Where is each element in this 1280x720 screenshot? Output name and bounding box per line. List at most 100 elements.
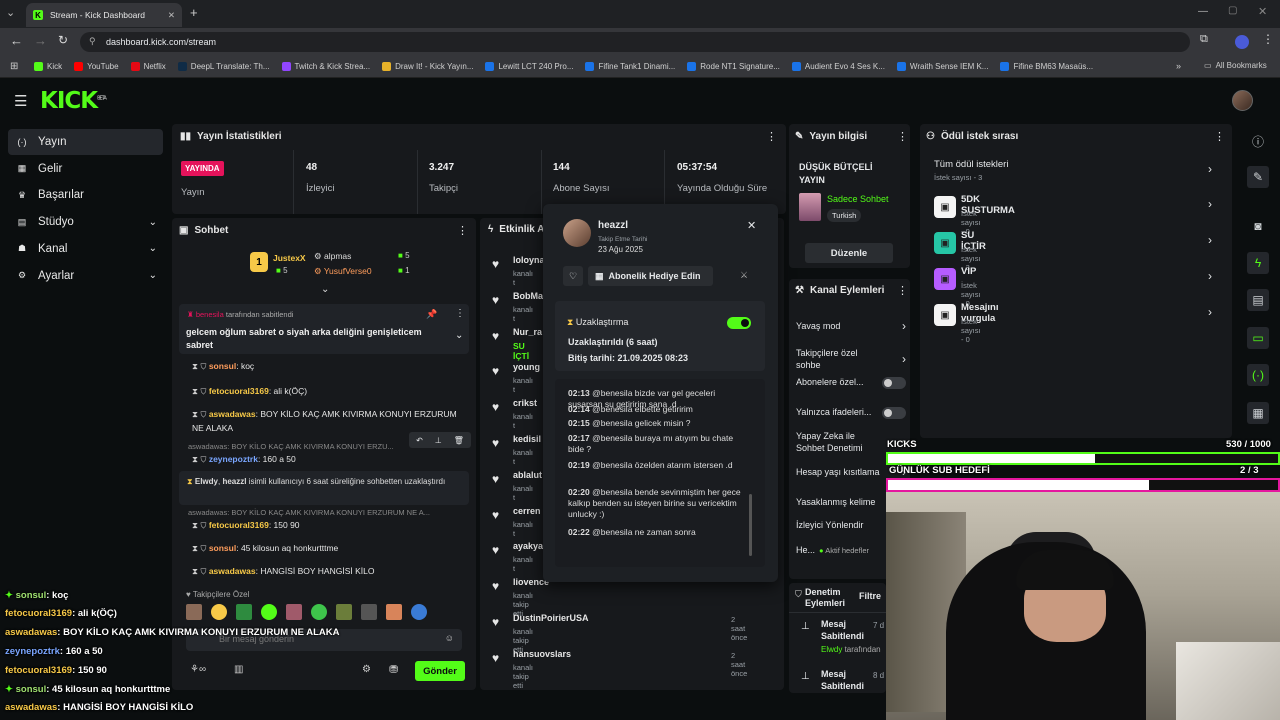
chevron-down-icon[interactable]: ⌄ bbox=[149, 217, 157, 228]
emote-icon[interactable] bbox=[386, 604, 402, 620]
chat-emoji-picker-icon[interactable]: ⛃ bbox=[389, 663, 398, 676]
toggle-switch[interactable] bbox=[882, 377, 906, 389]
emoji-icon[interactable]: ☺ bbox=[445, 633, 454, 643]
top-user-1[interactable]: JustexX bbox=[273, 253, 306, 263]
channel-action-item[interactable]: Abonelere özel... bbox=[796, 377, 906, 389]
emote-icon[interactable] bbox=[186, 604, 202, 620]
follower-name[interactable]: cerren bbox=[513, 506, 541, 516]
top-user-3[interactable]: ⚙ YusufVerse0 bbox=[314, 266, 372, 277]
timeout-icon[interactable]: ⧗ ⛉ bbox=[192, 454, 209, 464]
chevron-down-icon[interactable]: ⌄ bbox=[149, 270, 157, 281]
timeout-toggle[interactable] bbox=[727, 317, 751, 329]
follow-heart-icon[interactable]: ♡ bbox=[563, 266, 583, 286]
mod-log-filter[interactable]: Filtre bbox=[859, 591, 881, 601]
info-icon[interactable]: ⓘ bbox=[1247, 130, 1269, 152]
sidebar-item-stüdyo[interactable]: ▤ Stüdyo ⌄ bbox=[8, 209, 163, 235]
pin-icon[interactable]: 📌 bbox=[426, 309, 437, 320]
follower-name[interactable]: ablalut bbox=[513, 470, 542, 480]
sidebar-item-ayarlar[interactable]: ⚙ Ayarlar ⌄ bbox=[8, 263, 163, 289]
bookmark-item[interactable]: Kick bbox=[34, 62, 62, 71]
follower-name[interactable]: Nur_ra bbox=[513, 327, 542, 337]
chevron-right-icon[interactable]: › bbox=[1208, 305, 1212, 319]
reward-name[interactable]: VIP bbox=[961, 266, 976, 277]
bookmark-item[interactable]: YouTube bbox=[74, 62, 119, 71]
follower-name[interactable]: young bbox=[513, 362, 540, 372]
site-info-icon[interactable]: ⚲ bbox=[89, 36, 96, 47]
emote-icon[interactable] bbox=[211, 604, 227, 620]
timeout-icon[interactable]: ⧗ ⛉ bbox=[192, 361, 209, 371]
chevron-right-icon[interactable]: › bbox=[1208, 162, 1212, 176]
window-close-icon[interactable]: ✕ bbox=[1258, 5, 1267, 18]
chevron-right-icon[interactable]: › bbox=[1208, 197, 1212, 211]
chat-menu-icon[interactable]: ⋮ bbox=[457, 224, 468, 237]
chat-username[interactable]: sonsul bbox=[209, 361, 236, 371]
sidebar-item-yayın[interactable]: (·) Yayın bbox=[8, 129, 163, 155]
chevron-right-icon[interactable]: › bbox=[1208, 233, 1212, 247]
edit-button[interactable]: Düzenle bbox=[805, 243, 893, 263]
apps-grid-icon[interactable]: ⊞ bbox=[10, 61, 18, 72]
follower-name[interactable]: BobMa bbox=[513, 291, 543, 301]
follower-name[interactable]: crikst bbox=[513, 398, 537, 408]
browser-tab[interactable]: K Stream - Kick Dashboard ✕ bbox=[26, 3, 182, 27]
sidebar-item-kanal[interactable]: ☗ Kanal ⌄ bbox=[8, 236, 163, 262]
bookmarks-overflow-icon[interactable]: » bbox=[1176, 61, 1181, 71]
category-name[interactable]: Sadece Sohbet bbox=[827, 194, 889, 204]
bookmark-item[interactable]: Rode NT1 Signature... bbox=[687, 62, 780, 71]
follower-name[interactable]: ayakya bbox=[513, 541, 543, 551]
menu-dots-icon[interactable]: ⋮ bbox=[1262, 32, 1274, 46]
follower-name[interactable]: loloyna bbox=[513, 255, 545, 265]
chat-username[interactable]: fetocuoral3169 bbox=[209, 386, 269, 396]
hamburger-icon[interactable]: ☰ bbox=[14, 92, 27, 110]
top-user-2[interactable]: ⚙ alpmas bbox=[314, 251, 351, 262]
gift-sub-button[interactable]: ▦ Abonelik Hediye Edin bbox=[588, 266, 713, 286]
minimize-icon[interactable]: — bbox=[1198, 6, 1208, 17]
forward-icon[interactable]: → bbox=[34, 33, 47, 48]
bookmark-item[interactable]: Fifine BM63 Masaüs... bbox=[1000, 62, 1093, 71]
back-icon[interactable]: ← bbox=[10, 33, 23, 48]
bookmark-item[interactable]: Twitch & Kick Strea... bbox=[281, 62, 370, 71]
emote-icon[interactable] bbox=[336, 604, 352, 620]
emote-icon[interactable] bbox=[411, 604, 427, 620]
timeout-icon[interactable]: ⧗ ⛉ bbox=[192, 386, 209, 396]
reply-icon[interactable]: ↶ bbox=[416, 436, 423, 445]
broadcast-icon[interactable]: (·) bbox=[1247, 364, 1269, 386]
chat-rail-icon[interactable]: ▭ bbox=[1247, 327, 1269, 349]
kick-logo[interactable]: KICKBETA bbox=[40, 88, 107, 114]
scrollbar[interactable] bbox=[749, 494, 752, 556]
delete-icon[interactable]: 🗑 bbox=[454, 436, 464, 445]
chat-username[interactable]: aswadawas bbox=[209, 566, 256, 576]
channel-action-item[interactable]: Yavaş mod › bbox=[796, 319, 906, 335]
chevron-right-icon[interactable]: › bbox=[902, 319, 906, 335]
pinned-expand-icon[interactable]: ⌄ bbox=[455, 330, 463, 341]
camera-icon[interactable]: ◙ bbox=[1247, 215, 1269, 237]
mod-sword-icon[interactable]: ⚔ bbox=[740, 270, 748, 281]
maximize-icon[interactable]: ▢ bbox=[1228, 5, 1237, 16]
emote-icon[interactable] bbox=[311, 604, 327, 620]
bookmark-item[interactable]: DeepL Translate: Th... bbox=[177, 62, 270, 71]
chat-username[interactable]: zeynepoztrk bbox=[209, 454, 258, 464]
tab-close-icon[interactable]: ✕ bbox=[168, 10, 175, 21]
stream-info-menu-icon[interactable]: ⋮ bbox=[897, 130, 908, 143]
follower-name[interactable]: kedisil bbox=[513, 434, 541, 444]
tab-search-icon[interactable]: ⌄ bbox=[6, 6, 15, 19]
reload-icon[interactable]: ↻ bbox=[58, 33, 68, 47]
channel-action-item[interactable]: Yalnızca ifadeleri... bbox=[796, 407, 906, 419]
new-tab-icon[interactable]: + bbox=[190, 5, 198, 20]
store-icon[interactable]: ▥ bbox=[234, 664, 243, 675]
chat-username[interactable]: aswadawas bbox=[209, 409, 256, 419]
chevron-down-icon[interactable]: ⌄ bbox=[149, 243, 157, 254]
bolt-rail-icon[interactable]: ϟ bbox=[1247, 252, 1269, 274]
bookmark-item[interactable]: Netflix bbox=[130, 62, 166, 71]
chat-username[interactable]: sonsul bbox=[209, 543, 236, 553]
url-field[interactable]: ⚲ dashboard.kick.com/stream bbox=[80, 32, 1190, 52]
sidebar-item-gelir[interactable]: ▦ Gelir bbox=[8, 156, 163, 182]
rewards-menu-icon[interactable]: ⋮ bbox=[1214, 130, 1225, 143]
emote-icon[interactable] bbox=[361, 604, 377, 620]
emote-icon[interactable] bbox=[261, 604, 277, 620]
bookmark-item[interactable]: Wraith Sense IEM K... bbox=[896, 62, 988, 71]
chevron-right-icon[interactable]: › bbox=[902, 352, 906, 368]
extensions-icon[interactable]: ⧉ bbox=[1200, 33, 1208, 46]
bookmark-item[interactable]: Fifine Tank1 Dinami... bbox=[585, 62, 675, 71]
toggle-switch[interactable] bbox=[882, 407, 906, 419]
stats-menu-icon[interactable]: ⋮ bbox=[766, 130, 777, 143]
